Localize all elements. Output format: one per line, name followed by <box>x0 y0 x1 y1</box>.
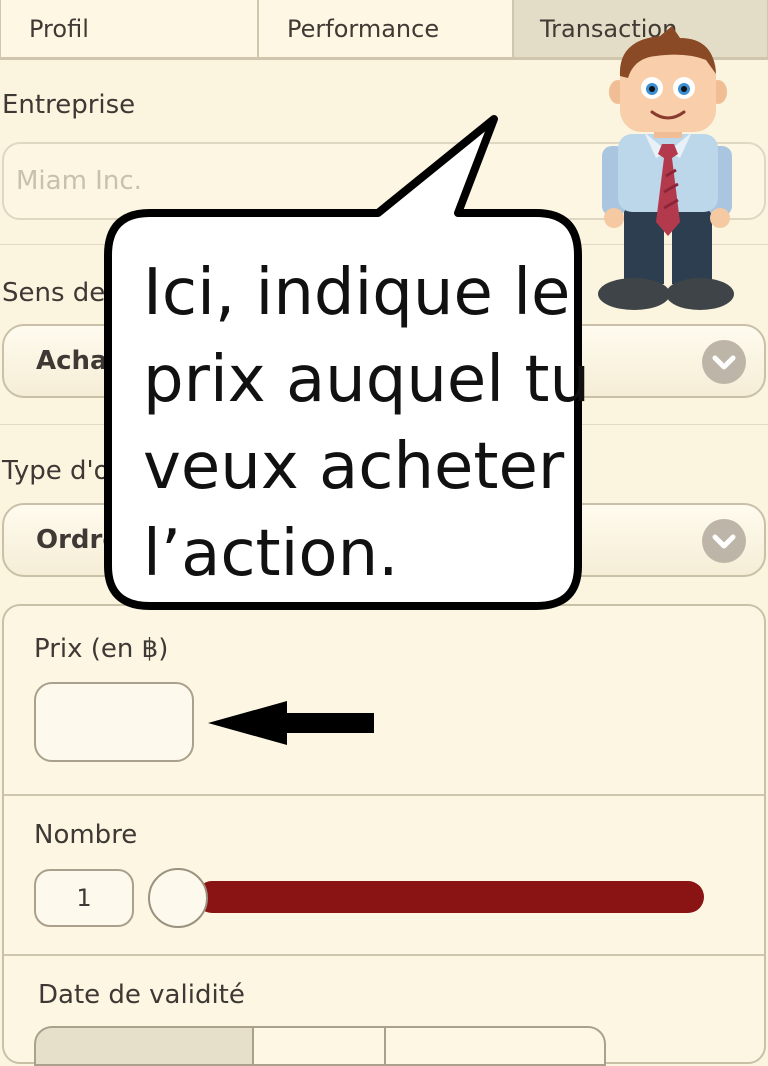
tutorial-line: Ici, indique le <box>143 256 571 330</box>
quantity-value: 1 <box>76 884 92 912</box>
businessman-character <box>598 26 734 310</box>
price-input[interactable] <box>34 682 194 762</box>
price-label: Prix (en ฿) <box>34 634 169 664</box>
tutorial-line: prix auquel tu <box>143 343 591 417</box>
arrow-left-icon <box>208 701 374 745</box>
validity-option-1[interactable] <box>34 1026 254 1066</box>
validity-option-3[interactable] <box>384 1026 606 1066</box>
tutorial-message: Ici, indique le prix auquel tu veux ache… <box>143 250 591 598</box>
validity-label: Date de validité <box>38 980 245 1010</box>
tutorial-line: veux acheter <box>143 430 565 504</box>
quantity-slider-handle[interactable] <box>148 868 208 928</box>
divider <box>4 954 764 956</box>
quantity-input[interactable]: 1 <box>34 869 134 927</box>
quantity-label: Nombre <box>34 820 138 850</box>
tutorial-line: l’action. <box>143 517 399 591</box>
quantity-slider-track[interactable] <box>196 881 704 913</box>
validity-option-2[interactable] <box>252 1026 386 1066</box>
divider <box>4 794 764 796</box>
